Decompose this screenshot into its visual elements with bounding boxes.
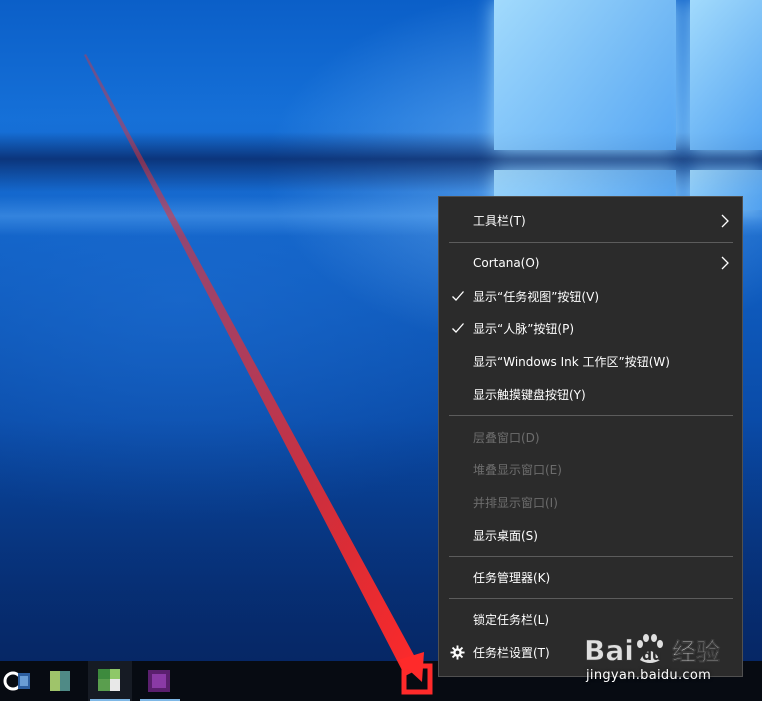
menu-item-show-desktop[interactable]: 显示桌面(S) [439,520,742,552]
app-icon [98,679,110,691]
menu-item-cortana[interactable]: Cortana(O) [439,247,742,279]
chevron-right-icon [721,214,729,228]
menu-separator [449,242,733,243]
menu-item-show-windows-ink[interactable]: 显示“Windows Ink 工作区”按钮(W) [439,346,742,378]
menu-item-label: 显示桌面(S) [473,529,538,543]
menu-separator [449,598,733,599]
taskbar-app-green-active[interactable] [88,661,132,701]
menu-item-label: Cortana(O) [473,256,540,270]
app-icon [110,679,120,691]
menu-item-stack-windows: 堆叠显示窗口(E) [439,454,742,486]
menu-item-label: 显示“任务视图”按钮(V) [473,290,600,304]
svg-text:经验: 经验 [672,638,720,666]
menu-item-label: 任务栏设置(T) [473,646,550,660]
menu-item-show-touch-keyboard[interactable]: 显示触摸键盘按钮(Y) [439,379,742,411]
menu-separator [449,415,733,416]
app-icon [98,669,110,679]
windows-logo-pane [690,0,762,150]
app-icon [60,671,70,691]
menu-item-label: 任务管理器(K) [473,571,551,585]
taskbar-app-cortana[interactable] [0,661,36,701]
gear-icon [450,645,465,660]
svg-text:Bai: Bai [584,634,634,667]
app-icon [152,674,166,688]
menu-item-label: 堆叠显示窗口(E) [473,463,562,477]
app-icon [110,669,120,679]
menu-item-show-people[interactable]: 显示“人脉”按钮(P) [439,313,742,345]
checkmark-icon [452,291,464,301]
menu-separator [449,556,733,557]
menu-item-cascade-windows: 层叠窗口(D) [439,422,742,454]
menu-item-label: 显示“Windows Ink 工作区”按钮(W) [473,355,670,369]
menu-item-label: 层叠窗口(D) [473,431,540,445]
menu-item-label: 工具栏(T) [473,214,526,228]
menu-item-side-by-side: 并排显示窗口(I) [439,487,742,519]
checkmark-icon [452,323,464,333]
app-icon [50,671,60,691]
menu-item-label: 显示“人脉”按钮(P) [473,322,575,336]
taskbar-context-menu: 工具栏(T) Cortana(O) 显示“任务视图”按钮(V) 显示“人脉”按钮… [438,196,743,677]
menu-item-show-task-view[interactable]: 显示“任务视图”按钮(V) [439,281,742,313]
svg-text:du: du [642,648,662,664]
menu-item-label: 锁定任务栏(L) [473,613,550,627]
menu-item-label: 显示触摸键盘按钮(Y) [473,388,586,402]
taskbar-app-green[interactable] [40,661,84,701]
menu-item-toolbars[interactable]: 工具栏(T) [439,205,742,237]
menu-item-task-manager[interactable]: 任务管理器(K) [439,562,742,594]
cortana-icon [3,671,30,691]
chevron-right-icon [721,256,729,270]
windows-logo-pane [494,0,676,150]
watermark-url: jingyan.baidu.com [586,668,712,683]
menu-item-label: 并排显示窗口(I) [473,496,558,510]
taskbar-app-purple[interactable] [138,661,182,701]
